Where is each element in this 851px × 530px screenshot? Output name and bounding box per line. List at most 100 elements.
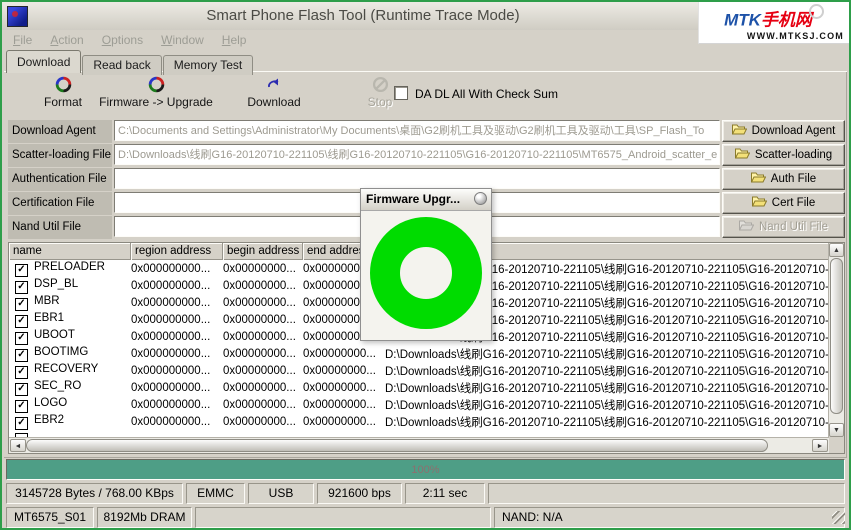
name-cell: ✓BOOTIMG [9, 346, 131, 362]
row-checkbox[interactable]: ✓ [15, 349, 28, 362]
toolbar-button-download[interactable]: Download [228, 76, 320, 109]
partition-name: RECOVERY [34, 363, 98, 375]
file-path-field-download-agent[interactable]: C:\Documents and Settings\Administrator\… [114, 120, 720, 141]
end-address-cell: 0x00000000... [303, 365, 385, 377]
status-bar-bottom: MT6575_S018192Mb DRAMNAND: N/A [6, 507, 845, 528]
horizontal-scrollbar[interactable]: ◄ ► [9, 437, 829, 453]
tab-read-back[interactable]: Read back [82, 55, 161, 75]
toolbar-button-label: Download [247, 95, 300, 109]
status-cell-emmc: EMMC [186, 483, 245, 504]
browse-button-auth-file[interactable]: Auth File [722, 168, 845, 190]
vertical-scrollbar[interactable]: ▲ ▼ [828, 243, 844, 437]
browse-button-label: Nand Util File [759, 221, 828, 233]
table-row-sec-ro[interactable]: ✓SEC_RO0x000000000...0x00000000...0x0000… [9, 379, 829, 396]
format-cycle-icon [28, 76, 98, 95]
progress-percent-label: 100% [411, 464, 439, 476]
toolbar-button-format[interactable]: Format [28, 76, 98, 109]
column-header-region-address[interactable]: region address [131, 243, 223, 260]
menu-item-action[interactable]: Action [41, 30, 92, 47]
row-checkbox[interactable]: ✓ [15, 400, 28, 413]
region-address-cell: 0x000000000... [131, 280, 223, 292]
folder-icon [732, 122, 747, 142]
browse-button-cert-file[interactable]: Cert File [722, 192, 845, 214]
folder-icon [739, 218, 754, 238]
row-checkbox[interactable]: ✓ [15, 315, 28, 328]
menu-item-options[interactable]: Options [93, 30, 152, 47]
row-checkbox[interactable]: ✓ [15, 417, 28, 430]
row-checkbox[interactable]: ✓ [15, 332, 28, 345]
file-row-download-agent: Download Agent C:\Documents and Settings\… [8, 120, 845, 143]
toolbar-button-label: Stop [368, 95, 393, 109]
file-label-certification-file: Certification File [8, 192, 112, 215]
row-checkbox[interactable]: ✓ [15, 366, 28, 379]
scroll-left-arrow-icon[interactable]: ◄ [10, 439, 26, 452]
tab-download[interactable]: Download [6, 50, 81, 73]
browse-button-label: Scatter-loading [755, 149, 832, 161]
scrollbar-corner [829, 437, 844, 453]
menu-item-file[interactable]: File [4, 30, 41, 47]
row-checkbox[interactable]: ✓ [15, 264, 28, 277]
scroll-right-arrow-icon[interactable]: ► [812, 439, 828, 452]
toolbar: DA DL All With Check Sum Format Firmware … [2, 76, 849, 112]
partition-name: EBR2 [34, 414, 64, 426]
scroll-up-arrow-icon[interactable]: ▲ [829, 243, 844, 257]
file-path-field-scatter-loading-file[interactable]: D:\Downloads\线刷G16-20120710-221105\线刷G16… [114, 144, 720, 165]
region-address-cell: 0x000000000... [131, 263, 223, 275]
region-address-cell: 0x000000000... [131, 399, 223, 411]
progress-ring [370, 217, 482, 329]
table-row-logo[interactable]: ✓LOGO0x000000000...0x00000000...0x000000… [9, 396, 829, 413]
popup-sphere-icon[interactable] [474, 192, 487, 205]
file-path-field-authentication-file[interactable] [114, 168, 720, 189]
location-cell: D:\Downloads\线刷G16-20120710-221105\线刷G16… [385, 414, 829, 430]
resize-grip-icon[interactable] [832, 511, 845, 524]
window-title: Smart Phone Flash Tool (Runtime Trace Mo… [32, 2, 694, 30]
browse-button-label: Download Agent [752, 125, 836, 137]
status-cell-nand-n-a: NAND: N/A [494, 507, 845, 528]
firmware-upgrade-popup: Firmware Upgr... [360, 188, 492, 341]
row-checkbox[interactable]: ✓ [15, 281, 28, 294]
row-checkbox[interactable]: ✓ [15, 298, 28, 311]
tab-memory-test[interactable]: Memory Test [163, 55, 253, 75]
begin-address-cell: 0x00000000... [223, 416, 303, 428]
vertical-scroll-thumb[interactable] [830, 258, 843, 414]
partition-name: EBR1 [34, 312, 64, 324]
location-cell: D:\Downloads\线刷G16-20120710-221105\线刷G16… [385, 380, 829, 396]
column-header-name[interactable]: name [9, 243, 131, 260]
row-checkbox[interactable]: ✓ [15, 383, 28, 396]
partition-name: LOGO [34, 397, 67, 409]
table-row-ebr2[interactable]: ✓EBR20x000000000...0x00000000...0x000000… [9, 413, 829, 430]
menu-item-window[interactable]: Window [152, 30, 213, 47]
column-header-begin-address[interactable]: begin address [223, 243, 303, 260]
browse-button-scatter-loading[interactable]: Scatter-loading [722, 144, 845, 166]
end-address-cell: 0x00000000... [303, 416, 385, 428]
browse-button-download-agent[interactable]: Download Agent [722, 120, 845, 142]
scroll-down-arrow-icon[interactable]: ▼ [829, 423, 844, 437]
table-row-bootimg[interactable]: ✓BOOTIMG0x000000000...0x00000000...0x000… [9, 345, 829, 362]
begin-address-cell: 0x00000000... [223, 280, 303, 292]
logo-site-url: WWW.MTKSJ.COM [699, 31, 849, 41]
da-dl-checksum-label: DA DL All With Check Sum [415, 87, 558, 101]
name-cell: ✓ EBR2 [9, 414, 131, 430]
menu-bar: FileActionOptionsWindowHelp [4, 30, 697, 50]
menu-item-help[interactable]: Help [213, 30, 256, 47]
begin-address-cell: 0x00000000... [223, 382, 303, 394]
partition-name: SEC_RO [34, 380, 81, 392]
popup-title-bar[interactable]: Firmware Upgr... [361, 189, 491, 211]
popup-title-text: Firmware Upgr... [366, 189, 460, 210]
status-cell-3145728-bytes-768-00-kbps: 3145728 Bytes / 768.00 KBps [6, 483, 183, 504]
begin-address-cell: 0x00000000... [223, 314, 303, 326]
toolbar-button-firmware-upgrade[interactable]: Firmware -> Upgrade [95, 76, 217, 109]
end-address-cell: 0x00000000... [303, 348, 385, 360]
browse-button-nand-util-file: Nand Util File [722, 216, 845, 238]
begin-address-cell: 0x00000000... [223, 365, 303, 377]
horizontal-scroll-thumb[interactable] [26, 439, 768, 452]
toolbar-button-label: Format [44, 95, 82, 109]
overall-progress-bar: 100% [6, 459, 845, 480]
region-address-cell: 0x000000000... [131, 331, 223, 343]
partition-name: MBR [34, 295, 60, 307]
table-row-recovery[interactable]: ✓RECOVERY0x000000000...0x00000000...0x00… [9, 362, 829, 379]
folder-icon [751, 170, 766, 190]
tab-strip: DownloadRead backMemory Test [6, 50, 254, 72]
region-address-cell: 0x000000000... [131, 382, 223, 394]
name-cell: ✓ RECOVERY [9, 363, 131, 379]
